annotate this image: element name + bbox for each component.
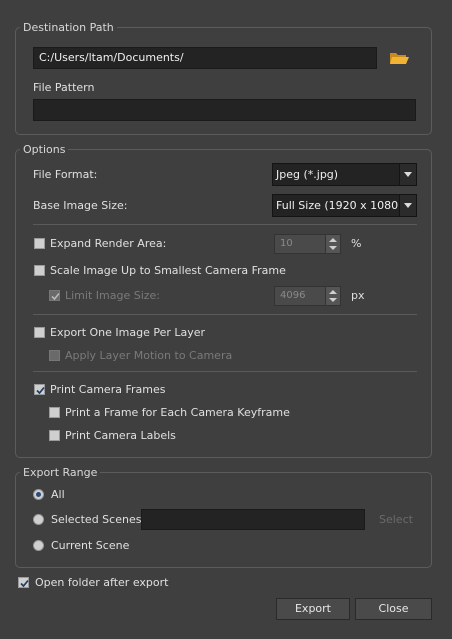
expand-render-area-unit: %	[351, 237, 362, 250]
folder-icon[interactable]	[388, 49, 410, 67]
base-image-size-value: Full Size (1920 x 1080)	[276, 199, 403, 212]
print-camera-labels-checkbox[interactable]	[49, 430, 60, 441]
separator	[33, 224, 417, 225]
apply-layer-motion-label: Apply Layer Motion to Camera	[65, 349, 233, 362]
limit-image-size-unit: px	[351, 289, 365, 302]
print-frame-each-keyframe-label: Print a Frame for Each Camera Keyframe	[65, 406, 290, 419]
separator	[33, 371, 417, 372]
scale-image-label: Scale Image Up to Smallest Camera Frame	[50, 264, 286, 277]
expand-render-area-spinbox[interactable]: 10	[274, 234, 341, 254]
check-icon	[20, 579, 29, 588]
file-format-select[interactable]: Jpeg (*.jpg)	[272, 163, 417, 186]
selected-scenes-input[interactable]	[141, 509, 365, 530]
limit-image-size-checkbox[interactable]	[49, 290, 60, 301]
file-pattern-label: File Pattern	[33, 81, 95, 94]
file-pattern-input[interactable]	[33, 99, 416, 121]
print-camera-frames-checkbox[interactable]	[34, 384, 45, 395]
open-folder-checkbox[interactable]	[18, 577, 29, 588]
export-one-image-label: Export One Image Per Layer	[50, 326, 206, 339]
export-range-all-label: All	[51, 488, 65, 501]
export-one-image-checkbox[interactable]	[34, 327, 45, 338]
expand-render-area-checkbox[interactable]	[34, 238, 45, 249]
check-icon	[51, 292, 60, 301]
limit-image-size-spinbox[interactable]: 4096	[274, 286, 341, 306]
scale-image-checkbox[interactable]	[34, 265, 45, 276]
base-image-size-select[interactable]: Full Size (1920 x 1080)	[272, 194, 417, 217]
destination-path-input[interactable]: C:/Users/ltam/Documents/	[33, 47, 377, 69]
file-format-value: Jpeg (*.jpg)	[276, 168, 339, 181]
chevron-down-icon[interactable]	[399, 164, 416, 185]
apply-layer-motion-checkbox[interactable]	[49, 350, 60, 361]
chevron-down-icon[interactable]	[399, 195, 416, 216]
file-format-label: File Format:	[33, 168, 98, 181]
expand-render-area-value: 10	[280, 238, 293, 249]
export-range-selected-scenes-label: Selected Scenes	[51, 513, 142, 526]
check-icon	[36, 386, 45, 395]
export-range-all-radio[interactable]	[33, 489, 44, 500]
export-range-current-scene-radio[interactable]	[33, 540, 44, 551]
expand-render-area-label: Expand Render Area:	[50, 237, 167, 250]
destination-path-title: Destination Path	[20, 21, 117, 34]
print-frame-each-keyframe-checkbox[interactable]	[49, 407, 60, 418]
select-button[interactable]: Select	[379, 513, 413, 527]
spin-arrows-icon[interactable]	[325, 235, 340, 253]
export-range-current-scene-label: Current Scene	[51, 539, 130, 552]
print-camera-labels-label: Print Camera Labels	[65, 429, 176, 442]
spin-arrows-icon[interactable]	[325, 287, 340, 305]
export-button[interactable]: Export	[276, 598, 350, 620]
export-range-title: Export Range	[20, 466, 101, 479]
separator	[33, 314, 417, 315]
base-image-size-label: Base Image Size:	[33, 199, 128, 212]
limit-image-size-label: Limit Image Size:	[65, 289, 160, 302]
export-range-selected-scenes-radio[interactable]	[33, 514, 44, 525]
open-folder-label: Open folder after export	[35, 576, 169, 589]
limit-image-size-value: 4096	[280, 290, 306, 301]
close-button[interactable]: Close	[355, 598, 432, 620]
options-title: Options	[20, 143, 69, 156]
print-camera-frames-label: Print Camera Frames	[50, 383, 166, 396]
